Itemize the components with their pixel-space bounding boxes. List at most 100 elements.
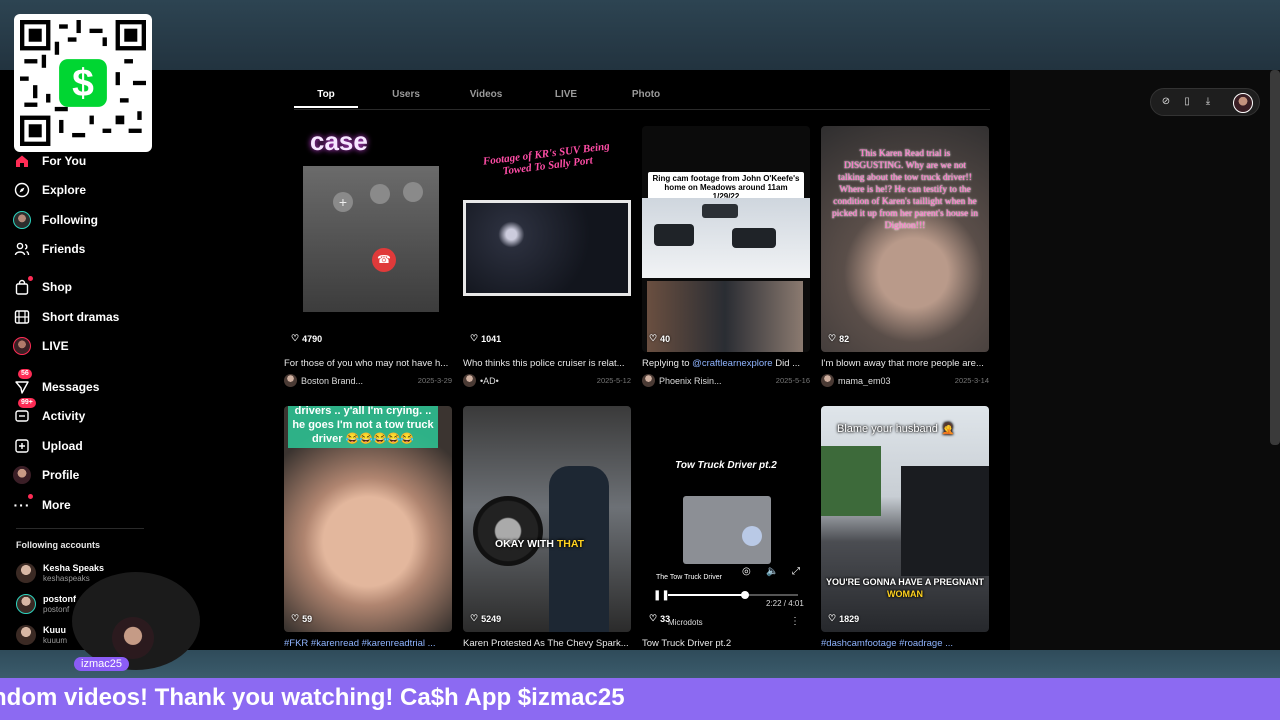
- video-card[interactable]: case + ☎ ♡ 4790 For those of you who may …: [284, 126, 452, 387]
- heart-icon: ♡: [649, 613, 658, 623]
- progress-knob[interactable]: [740, 591, 749, 599]
- video-caption[interactable]: #dashcamfootage #roadrage ...: [821, 638, 989, 649]
- car-wheel-image: [473, 496, 543, 566]
- tab-live[interactable]: LIVE: [534, 84, 598, 106]
- ticker-text: ndom videos! Thank you watching! Ca$h Ap…: [0, 684, 625, 711]
- author-name[interactable]: Boston Brand...: [301, 376, 414, 386]
- sidebar-item-activity[interactable]: 99+ Activity: [12, 398, 86, 428]
- sidebar-item-label: Short dramas: [42, 310, 120, 324]
- tab-photo[interactable]: Photo: [614, 84, 678, 106]
- author-name[interactable]: mama_em03: [838, 376, 951, 386]
- following-account-item[interactable]: Kesha Speaks keshaspeaks: [16, 563, 104, 583]
- progress-fill: [668, 594, 745, 596]
- video-caption[interactable]: #FKR #karenread #karenreadtrial ...: [284, 638, 452, 649]
- following-avatar: [12, 210, 32, 230]
- sidebar-item-label: Profile: [42, 468, 80, 482]
- video-card[interactable]: Ring cam footage from John O'Keefe's hom…: [642, 126, 810, 387]
- overlay-text: case: [310, 126, 368, 156]
- pause-icon[interactable]: ❚❚: [653, 590, 670, 601]
- video-caption[interactable]: For those of you who may not have h...: [284, 358, 452, 369]
- sidebar-item-label: Activity: [42, 409, 86, 423]
- channel-name[interactable]: Microdots: [668, 618, 703, 627]
- video-caption[interactable]: I'm blown away that more people are...: [821, 358, 989, 369]
- sidebar-item-following[interactable]: Following: [12, 208, 98, 232]
- sidebar-item-upload[interactable]: Upload: [12, 434, 83, 458]
- sidebar-item-label: Messages: [42, 380, 100, 394]
- video-caption[interactable]: Who thinks this police cruiser is relat.…: [463, 358, 631, 369]
- phone-call-image: + ☎: [303, 166, 439, 312]
- heart-icon: ♡: [470, 333, 479, 343]
- play-circle-icon[interactable]: ◎: [742, 566, 751, 577]
- volume-icon[interactable]: 🔈: [766, 566, 778, 577]
- qr-code-image: $: [20, 20, 146, 146]
- sidebar-item-label: Upload: [42, 439, 83, 453]
- sidebar-item-explore[interactable]: Explore: [12, 178, 86, 202]
- account-name: postonf: [43, 594, 76, 604]
- following-account-item[interactable]: Kuuu kuuum: [16, 625, 67, 645]
- avatar: [16, 563, 36, 583]
- video-meta: •AD• 2025-5-12: [463, 374, 631, 387]
- tab-users[interactable]: Users: [374, 84, 438, 106]
- tab-top[interactable]: Top: [294, 84, 358, 108]
- video-thumbnail[interactable]: drivers .. y'all I'm crying. .. he goes …: [284, 406, 452, 632]
- video-card[interactable]: Footage of KR's SUV Being Towed To Sally…: [463, 126, 631, 387]
- people-photo: [647, 281, 803, 352]
- more-icon: ···: [12, 494, 33, 515]
- video-player[interactable]: Tow Truck Driver pt.2 The Tow Truck Driv…: [642, 406, 810, 632]
- video-thumbnail[interactable]: Ring cam footage from John O'Keefe's hom…: [642, 126, 810, 352]
- messages-badge: 56: [18, 369, 32, 379]
- sidebar-item-label: For You: [42, 154, 87, 168]
- sidebar-item-for-you[interactable]: For You: [12, 149, 86, 173]
- video-thumbnail[interactable]: Footage of KR's SUV Being Towed To Sally…: [463, 126, 631, 352]
- video-thumbnail[interactable]: OKAY WITH THAT ♡ 5249: [463, 406, 631, 632]
- video-caption[interactable]: Karen Protested As The Chevy Spark...: [463, 638, 631, 649]
- video-card[interactable]: OKAY WITH THAT ♡ 5249 Karen Protested As …: [463, 406, 631, 649]
- overlay-text: OKAY WITH THAT: [495, 538, 585, 550]
- author-name[interactable]: Phoenix Risin...: [659, 376, 772, 386]
- fullscreen-icon[interactable]: ⤢: [792, 566, 800, 577]
- sidebar-item-shop[interactable]: Shop: [12, 275, 72, 299]
- live-avatar: [12, 336, 32, 356]
- compass-icon[interactable]: ⊘: [1160, 96, 1172, 108]
- video-thumbnail[interactable]: Blame your husband 🤦 YOU'RE GONNA HAVE A…: [821, 406, 989, 632]
- video-thumbnail[interactable]: This Karen Read trial is DISGUSTING. Why…: [821, 126, 989, 352]
- user-avatar[interactable]: [1233, 93, 1253, 113]
- avatar: [16, 625, 36, 645]
- video-caption[interactable]: Tow Truck Driver pt.2: [642, 638, 810, 649]
- following-account-item[interactable]: postonf postonf: [16, 594, 76, 614]
- like-count: ♡ 1829: [828, 613, 860, 624]
- overlay-text: This Karen Read trial is DISGUSTING. Why…: [831, 149, 979, 231]
- heart-icon: ♡: [828, 613, 837, 623]
- following-accounts-heading: Following accounts: [16, 540, 101, 550]
- sidebar-item-short-dramas[interactable]: Short dramas: [12, 305, 119, 329]
- mention-link[interactable]: @craftlearnexplore: [692, 358, 772, 369]
- avatar[interactable]: [463, 374, 476, 387]
- avatar[interactable]: [821, 374, 834, 387]
- friends-icon: [12, 239, 32, 259]
- home-icon: [12, 151, 32, 171]
- sidebar-item-messages[interactable]: 56 Messages: [12, 369, 100, 399]
- video-card[interactable]: Tow Truck Driver pt.2 The Tow Truck Driv…: [642, 406, 810, 649]
- activity-icon: 99+: [12, 398, 36, 426]
- avatar[interactable]: [284, 374, 297, 387]
- video-card[interactable]: This Karen Read trial is DISGUSTING. Why…: [821, 126, 989, 387]
- video-card[interactable]: Blame your husband 🤦 YOU'RE GONNA HAVE A…: [821, 406, 989, 649]
- avatar[interactable]: [642, 374, 655, 387]
- author-name[interactable]: •AD•: [480, 376, 593, 386]
- progress-track[interactable]: [668, 591, 798, 599]
- sidebar-item-more[interactable]: ··· More: [12, 493, 71, 517]
- video-caption[interactable]: Replying to @craftlearnexplore Did ...: [642, 358, 810, 369]
- more-options-icon[interactable]: ⋮: [790, 616, 800, 627]
- video-card[interactable]: drivers .. y'all I'm crying. .. he goes …: [284, 406, 452, 649]
- tab-videos[interactable]: Videos: [454, 84, 518, 106]
- download-icon[interactable]: ⤓: [1202, 96, 1214, 108]
- like-count: ♡ 5249: [470, 613, 502, 624]
- phone-icon[interactable]: ▯: [1181, 96, 1193, 108]
- sidebar-item-friends[interactable]: Friends: [12, 237, 85, 261]
- sidebar-item-live[interactable]: LIVE: [12, 334, 69, 358]
- video-thumbnail[interactable]: case + ☎ ♡ 4790: [284, 126, 452, 352]
- tree-image: [821, 446, 881, 516]
- like-count: ♡ 1041: [470, 333, 502, 344]
- page-scrollbar[interactable]: [1270, 70, 1280, 445]
- sidebar-item-profile[interactable]: Profile: [12, 463, 79, 487]
